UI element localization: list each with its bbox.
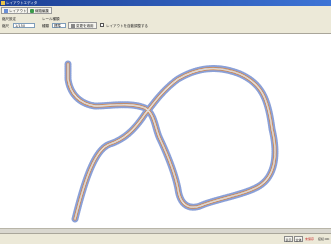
scale-select[interactable]: 1/150 (13, 23, 35, 28)
layout-canvas[interactable] (0, 34, 331, 228)
scale-label: 縮尺設定 (2, 17, 16, 21)
fit-button[interactable]: 全体 (294, 236, 303, 242)
rail-caption: 種類 (42, 24, 49, 28)
track-layout (64, 60, 279, 223)
app-icon (1, 1, 5, 5)
layout-icon (4, 8, 8, 13)
apply-button[interactable]: 変更を適用 (68, 22, 97, 29)
view-button-label: 表示 (285, 238, 292, 242)
scale-value: 1/150 (15, 24, 26, 28)
rail-label: レール種類 (42, 17, 60, 21)
auto-adjust-checkbox[interactable] (100, 23, 104, 27)
connection-status: 接続:OK (318, 237, 330, 241)
auto-adjust-label: レイアウトを自動調整する (106, 23, 148, 28)
fit-button-label: 全体 (295, 238, 302, 242)
edit-button-label: 線路編集 (35, 9, 49, 13)
options-bar: 縮尺設定 縮尺 1/150 レール種類 種類 標準 変更を適用 レイアウトを自動… (0, 16, 331, 34)
rail-select[interactable]: 標準 (52, 23, 66, 28)
save-status: 未保存 (305, 237, 315, 241)
apply-button-label: 変更を適用 (76, 24, 94, 28)
rail-value: 標準 (54, 24, 61, 28)
view-button[interactable]: 表示 (284, 236, 293, 242)
scale-caption: 縮尺 (2, 24, 9, 28)
wrench-icon (30, 8, 34, 13)
status-bar: 表示 全体 未保存 接続:OK (0, 233, 331, 244)
track-drawing (64, 60, 279, 223)
grid-icon (71, 23, 75, 28)
edit-button[interactable]: 線路編集 (27, 7, 52, 14)
track-sleepers (64, 60, 279, 223)
